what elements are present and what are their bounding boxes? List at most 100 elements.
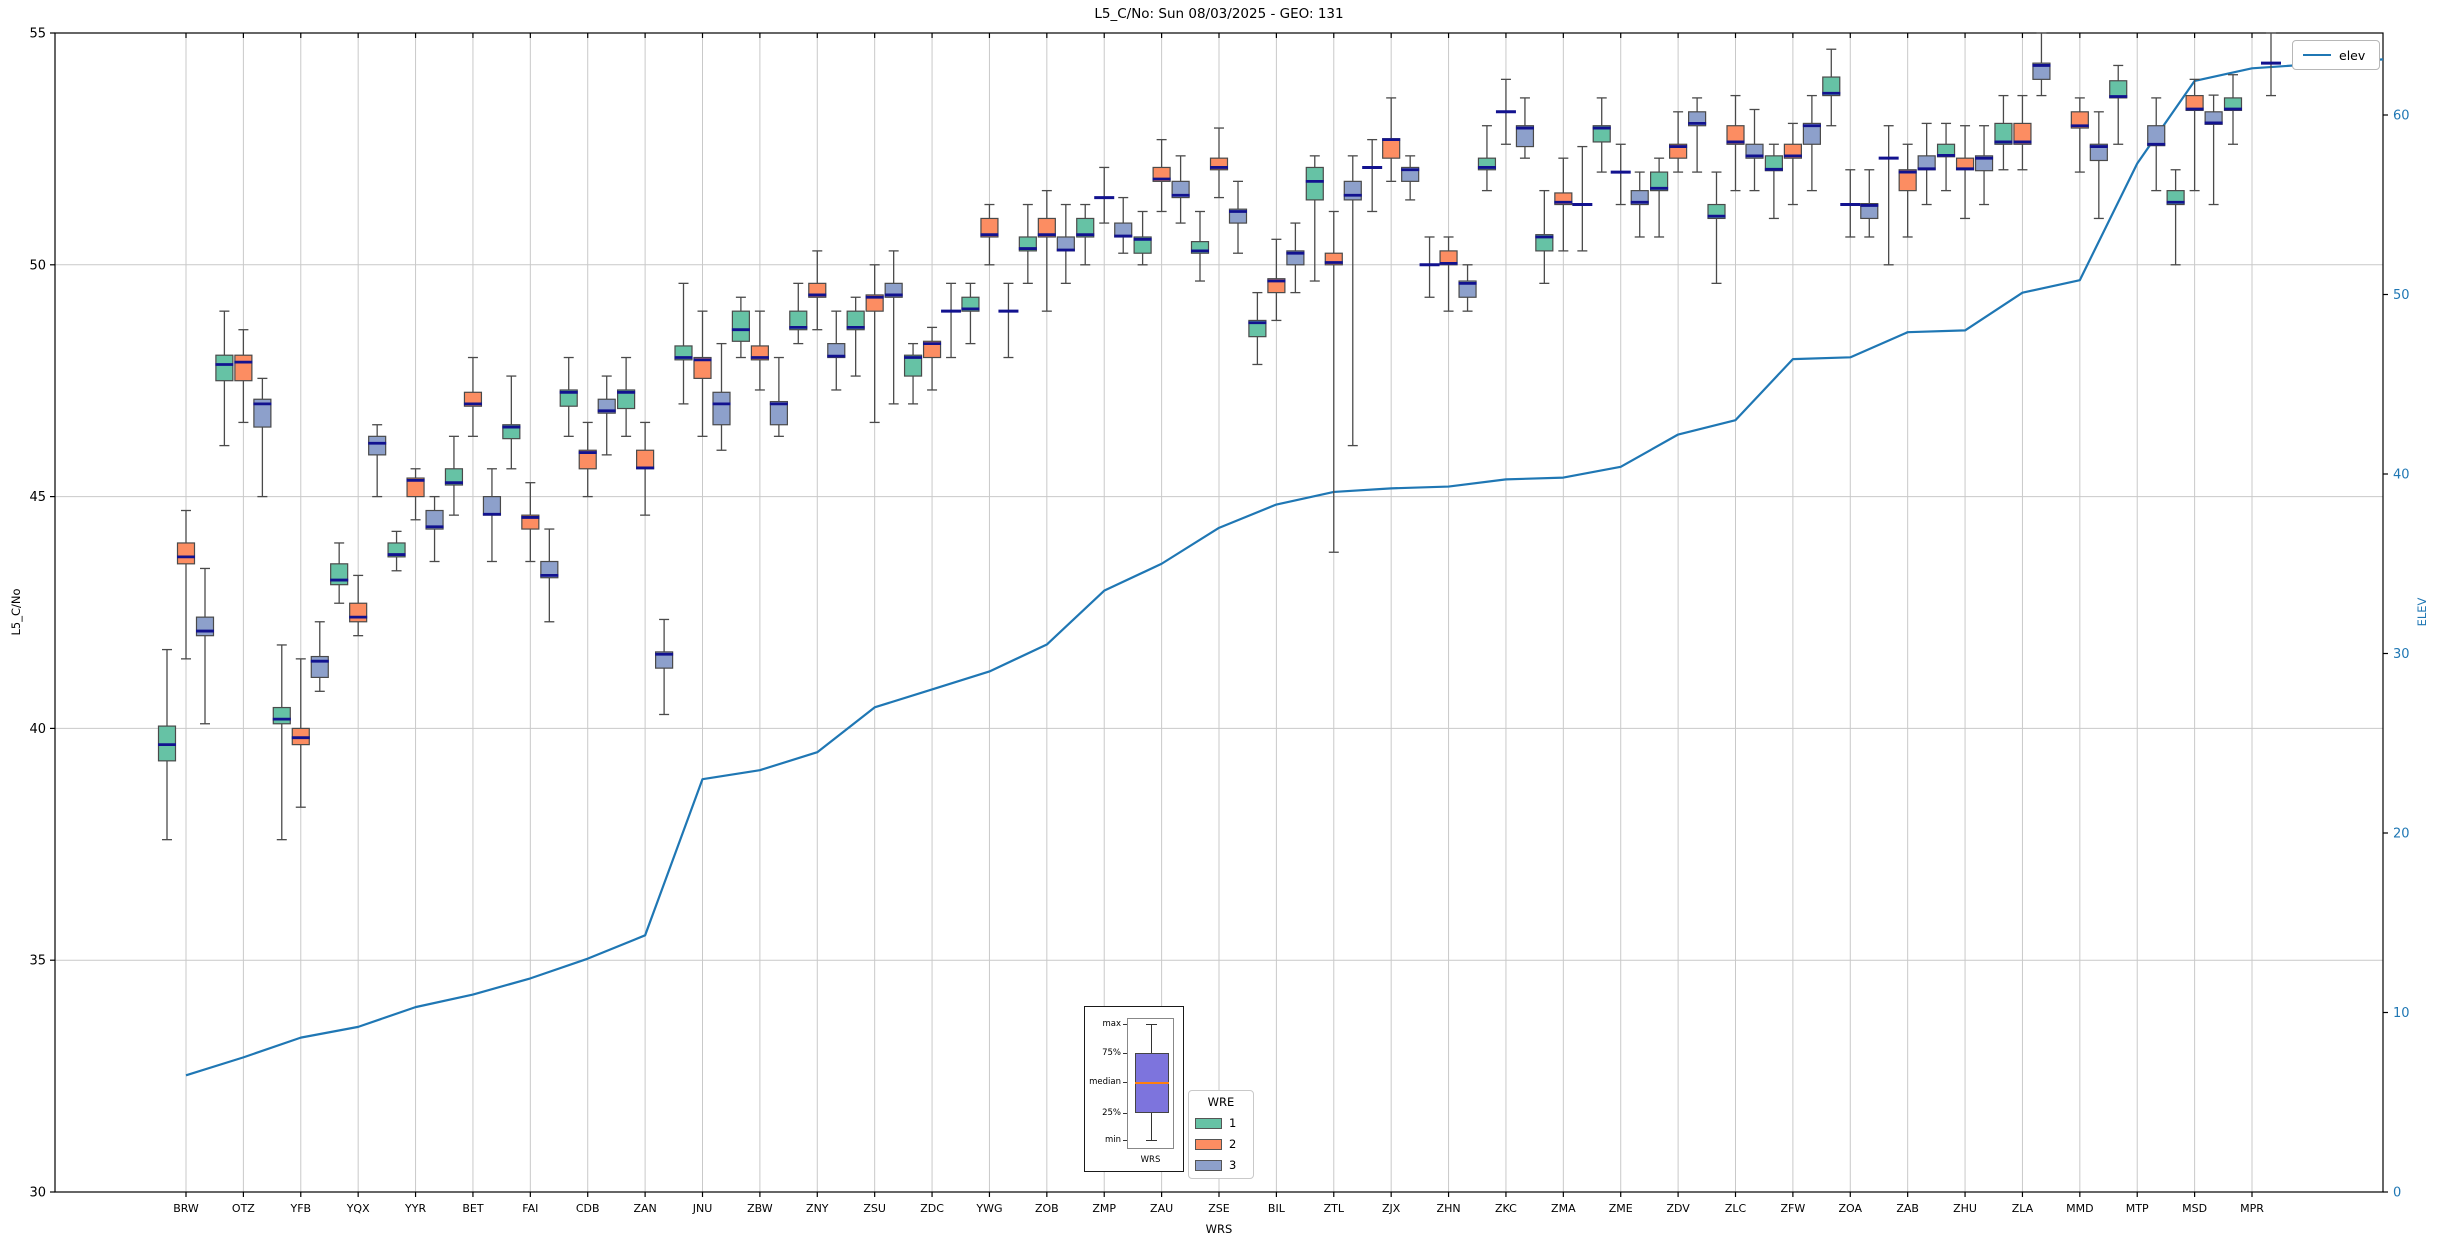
- legend-item-3: 3: [1195, 1158, 1247, 1172]
- svg-text:35: 35: [29, 954, 46, 969]
- inset-cap-bottom: [1146, 1140, 1157, 1142]
- inset-median-line: [1135, 1082, 1169, 1084]
- legend-elev-label: elev: [2339, 47, 2366, 63]
- legend-wre-items: 1 2 3: [1195, 1116, 1247, 1172]
- x-tick-ZDC: ZDC: [920, 1202, 944, 1215]
- boxplot-explainer-inset: max 75% median 25% min WRS: [1084, 1006, 1184, 1172]
- inset-label-25: 25%: [1102, 1108, 1121, 1118]
- x-tick-CDB: CDB: [576, 1202, 600, 1215]
- legend-item-label: 3: [1229, 1158, 1237, 1172]
- x-tick-ZKC: ZKC: [1495, 1202, 1517, 1215]
- inset-label-max: max: [1102, 1019, 1121, 1029]
- x-tick-ZFW: ZFW: [1781, 1202, 1806, 1215]
- inset-cap-top: [1146, 1024, 1157, 1026]
- x-tick-OTZ: OTZ: [232, 1202, 255, 1215]
- x-tick-MMD: MMD: [2066, 1202, 2093, 1215]
- x-axis-label: WRS: [1205, 1222, 1233, 1236]
- x-tick-BET: BET: [462, 1202, 483, 1215]
- x-tick-MTP: MTP: [2126, 1202, 2149, 1215]
- inset-label-75: 75%: [1102, 1048, 1121, 1058]
- box: [330, 563, 349, 586]
- box: [636, 449, 655, 470]
- inset-tick: [1123, 1140, 1127, 1141]
- right-axis: 0 10 20 30 40 50 60: [2383, 109, 2410, 1201]
- svg-text:50: 50: [2393, 288, 2410, 303]
- box: [731, 310, 750, 342]
- box: [1305, 166, 1324, 201]
- inset-whisker-top: [1151, 1024, 1153, 1053]
- legend-swatch-icon: [1195, 1159, 1222, 1171]
- legend-wre: WRE 1 2 3: [1188, 1090, 1254, 1179]
- left-axis: 30 35 40 45 50 55: [29, 27, 55, 1201]
- svg-text:60: 60: [2393, 109, 2410, 124]
- inset-tick: [1123, 1053, 1127, 1054]
- svg-text:0: 0: [2393, 1186, 2401, 1201]
- box: [1382, 138, 1401, 159]
- inset-xlabel: WRS: [1140, 1155, 1161, 1165]
- x-tick-ZME: ZME: [1609, 1202, 1633, 1215]
- y-axis-label-right: ELEV: [2415, 597, 2429, 627]
- box: [215, 354, 234, 382]
- x-tick-YFB: YFB: [289, 1202, 311, 1215]
- svg-text:40: 40: [29, 722, 46, 737]
- x-tick-ZAU: ZAU: [1150, 1202, 1173, 1215]
- legend-swatch-icon: [1195, 1117, 1222, 1129]
- legend-elev: elev: [2292, 40, 2380, 70]
- x-tick-ZMP: ZMP: [1092, 1202, 1116, 1215]
- box: [2147, 125, 2166, 147]
- x-tick-ZNY: ZNY: [806, 1202, 829, 1215]
- inset-whisker-bottom: [1151, 1113, 1153, 1141]
- legend-item-2: 2: [1195, 1137, 1247, 1151]
- legend-swatch-icon: [1195, 1138, 1222, 1150]
- box: [368, 435, 387, 456]
- inset-label-min: min: [1104, 1135, 1121, 1145]
- svg-text:45: 45: [29, 490, 46, 505]
- x-tick-YYR: YYR: [404, 1202, 426, 1215]
- box: [482, 496, 502, 516]
- x-tick-BIL: BIL: [1268, 1202, 1286, 1215]
- chart-svg: 30 35 40 45 50 55 0 10 20 30 40 50 60 BRW OTZ YFB YQX YYR…: [29, 27, 2410, 1216]
- inset-label-median: median: [1089, 1077, 1121, 1087]
- x-tick-MPR: MPR: [2240, 1202, 2264, 1215]
- x-tick-BRW: BRW: [173, 1202, 199, 1215]
- box: [349, 602, 368, 623]
- x-tick-ZHU: ZHU: [1953, 1202, 1977, 1215]
- svg-text:55: 55: [29, 27, 46, 42]
- svg-text:20: 20: [2393, 827, 2410, 842]
- x-tick-ZAN: ZAN: [633, 1202, 656, 1215]
- x-tick-JNU: JNU: [692, 1202, 713, 1215]
- elev-series: [185, 58, 2384, 1077]
- box: [310, 655, 329, 679]
- x-tick-ZTL: ZTL: [1324, 1202, 1345, 1215]
- x-tick-MSD: MSD: [2182, 1202, 2207, 1215]
- x-tick-ZLC: ZLC: [1725, 1202, 1747, 1215]
- inset-tick: [1123, 1113, 1127, 1114]
- x-tick-ZBW: ZBW: [747, 1202, 773, 1215]
- x-tick-ZJX: ZJX: [1382, 1202, 1401, 1215]
- elev-line-swatch-icon: [2303, 54, 2331, 56]
- inset-tick: [1123, 1082, 1127, 1083]
- legend-item-1: 1: [1195, 1116, 1247, 1130]
- box-series-2: [176, 78, 2204, 808]
- x-tick-ZSU: ZSU: [863, 1202, 886, 1215]
- x-tick-YWG: YWG: [975, 1202, 1002, 1215]
- box: [1343, 180, 1362, 201]
- x-tick-YQX: YQX: [346, 1202, 370, 1215]
- x-tick-ZSE: ZSE: [1208, 1202, 1230, 1215]
- legend-wre-title: WRE: [1207, 1095, 1235, 1109]
- x-tick-ZAB: ZAB: [1896, 1202, 1919, 1215]
- svg-text:10: 10: [2393, 1006, 2410, 1021]
- elev-line: [185, 58, 2384, 1077]
- svg-text:40: 40: [2393, 468, 2410, 483]
- svg-text:30: 30: [2393, 647, 2410, 662]
- x-tick-ZHN: ZHN: [1437, 1202, 1461, 1215]
- box: [272, 706, 291, 725]
- svg-text:30: 30: [29, 1186, 46, 1201]
- chart-title: L5_C/No: Sun 08/03/2025 - GEO: 131: [1094, 6, 1344, 22]
- inset-tick: [1123, 1024, 1127, 1025]
- x-tick-ZOB: ZOB: [1035, 1202, 1059, 1215]
- box: [234, 354, 253, 382]
- x-tick-FAI: FAI: [522, 1202, 538, 1215]
- box: [712, 391, 731, 426]
- legend-item-label: 1: [1229, 1116, 1237, 1130]
